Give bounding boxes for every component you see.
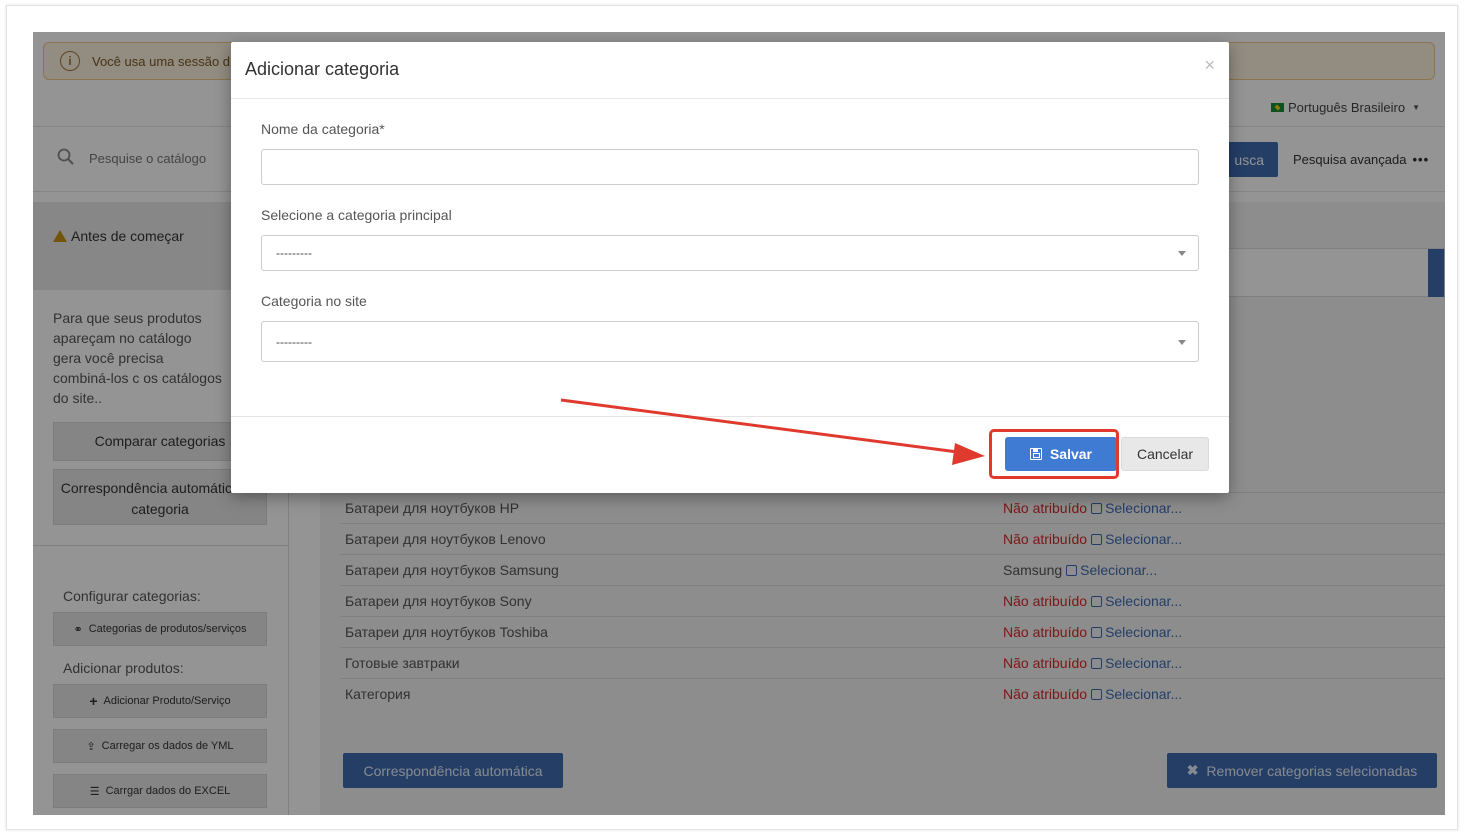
site-category-select[interactable]: --------- bbox=[261, 321, 1199, 362]
chevron-down-icon bbox=[1178, 251, 1186, 256]
category-name-input[interactable] bbox=[261, 149, 1199, 185]
chevron-down-icon bbox=[1178, 339, 1186, 345]
modal-body: Nome da categoria* Selecione a categoria… bbox=[231, 99, 1229, 362]
close-icon[interactable]: × bbox=[1204, 55, 1215, 76]
add-category-modal: Adicionar categoria × Nome da categoria*… bbox=[231, 42, 1229, 493]
screenshot-frame: i Você usa uma sessão d a▼ Português Bra… bbox=[6, 5, 1458, 830]
site-category-label: Categoria no site bbox=[261, 293, 367, 309]
category-name-label: Nome da categoria* bbox=[261, 121, 385, 137]
parent-category-label: Selecione a categoria principal bbox=[261, 207, 452, 223]
site-category-value: --------- bbox=[276, 334, 312, 349]
annotation-highlight-box bbox=[989, 429, 1119, 479]
parent-category-value: --------- bbox=[276, 246, 312, 260]
app-screen: i Você usa uma sessão d a▼ Português Bra… bbox=[33, 32, 1445, 815]
modal-title: Adicionar categoria bbox=[245, 59, 400, 79]
cancel-button[interactable]: Cancelar bbox=[1121, 437, 1209, 471]
parent-category-select[interactable]: --------- bbox=[261, 235, 1199, 271]
modal-header: Adicionar categoria × bbox=[231, 42, 1229, 99]
